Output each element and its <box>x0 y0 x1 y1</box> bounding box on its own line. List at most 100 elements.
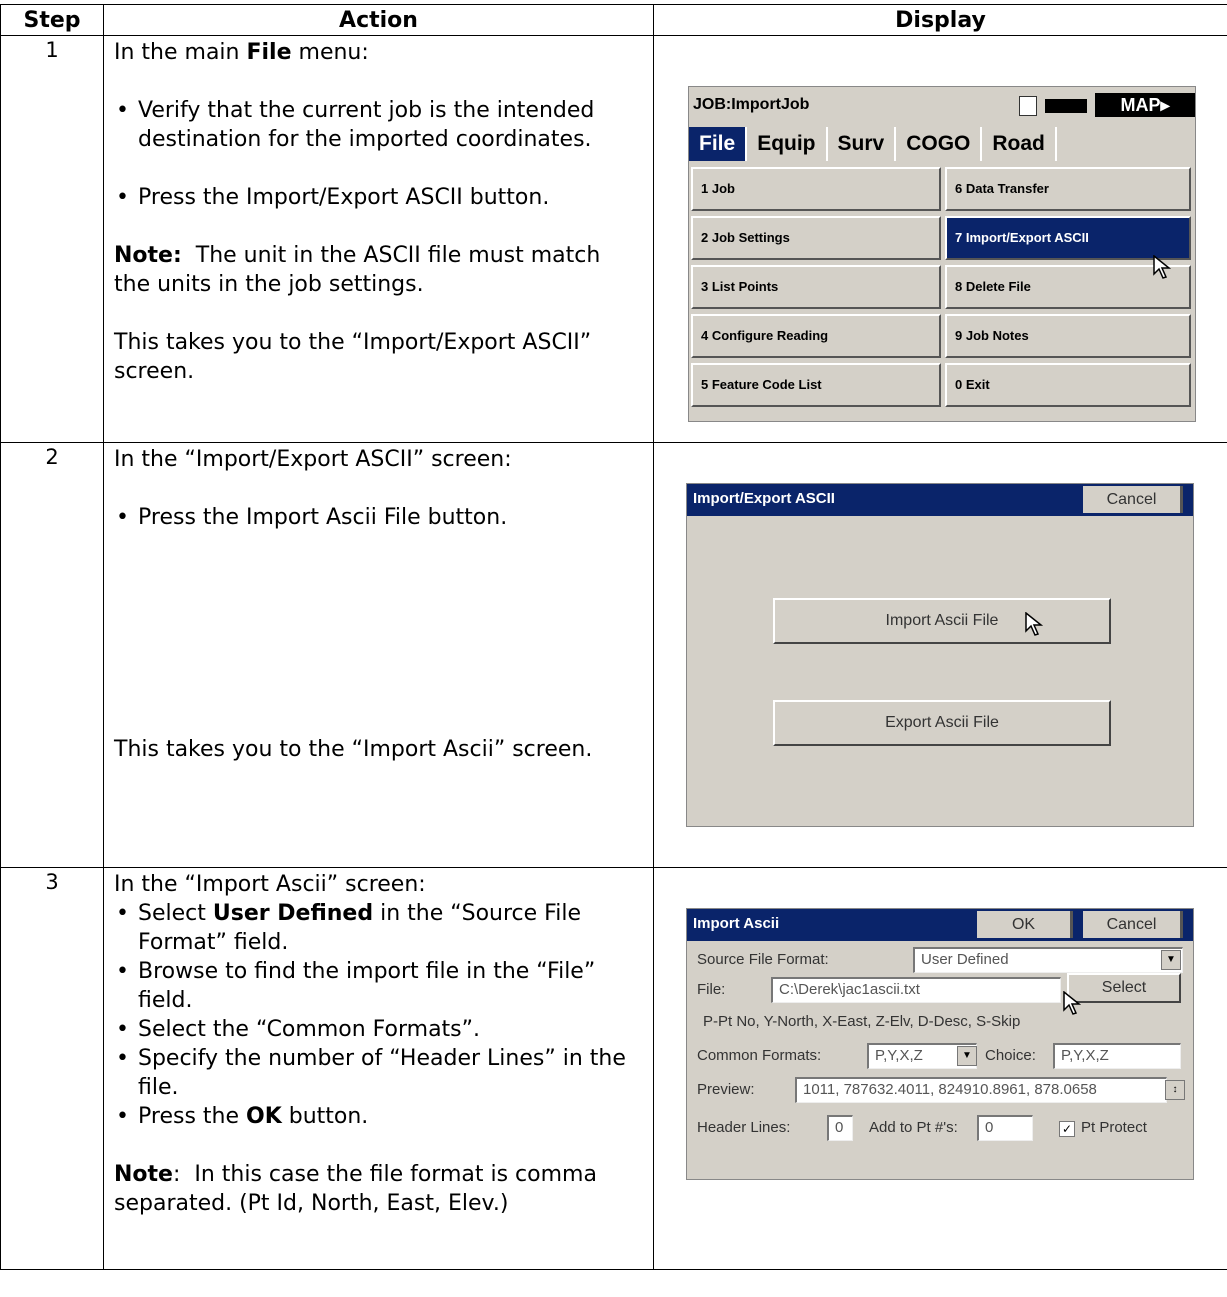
note: Note: In this case the file format is co… <box>114 1160 643 1218</box>
bullet-item: Browse to find the import file in the “F… <box>114 957 643 1015</box>
choice-field[interactable]: P,Y,X,Z <box>1053 1043 1181 1069</box>
bullet-list: Verify that the current job is the inten… <box>114 96 643 154</box>
bullet-item: Press the Import Ascii File button. <box>114 503 643 532</box>
pt-protect-checkbox[interactable]: ✓ <box>1059 1121 1075 1137</box>
bullet-list: Select User Defined in the “Source File … <box>114 899 643 1131</box>
export-ascii-file-button[interactable]: Export Ascii File <box>773 700 1111 746</box>
preview-label: Preview: <box>697 1081 755 1098</box>
intro-text: menu: <box>291 40 369 65</box>
spin-icon[interactable]: ↕ <box>1165 1080 1185 1100</box>
feature-code-list-button[interactable]: 5 Feature Code List <box>691 363 941 407</box>
table-row: 1 In the main File menu: Verify that the… <box>0 35 1227 443</box>
preview-field: 1011, 787632.4011, 824910.8961, 878.0658 <box>795 1077 1167 1103</box>
pt-protect-label: Pt Protect <box>1081 1119 1147 1136</box>
bullet-item: Select the “Common Formats”. <box>114 1015 643 1044</box>
tab-road[interactable]: Road <box>982 127 1057 161</box>
job-button[interactable]: 1 Job <box>691 167 941 211</box>
chevron-down-icon[interactable]: ▼ <box>957 1046 977 1066</box>
tab-cogo[interactable]: COGO <box>896 127 983 161</box>
add-to-pt-field[interactable]: 0 <box>977 1115 1033 1141</box>
title-bar: Import Ascii OK Cancel <box>687 909 1193 941</box>
cursor-icon <box>1063 991 1082 1015</box>
bullet-item: Specify the number of “Header Lines” in … <box>114 1044 643 1102</box>
procedure-table: Step Action Display 1 In the main File m… <box>0 4 1227 1270</box>
import-ascii-screenshot: Import Ascii OK Cancel Source File Forma… <box>686 908 1194 1180</box>
action-cell: In the “Import/Export ASCII” screen: Pre… <box>103 442 654 868</box>
choice-label: Choice: <box>985 1047 1036 1064</box>
display-cell: JOB:ImportJob MAP▸ File Equip Surv COGO … <box>653 35 1227 443</box>
action-cell: In the main File menu: Verify that the c… <box>103 35 654 443</box>
action-outro: This takes you to the “Import/Export ASC… <box>114 330 592 384</box>
header-lines-field[interactable]: 0 <box>827 1115 853 1141</box>
job-notes-button[interactable]: 9 Job Notes <box>945 314 1191 358</box>
file-field[interactable]: C:\Derek\jac1ascii.txt <box>771 977 1061 1003</box>
display-cell: Import Ascii OK Cancel Source File Forma… <box>653 867 1227 1270</box>
bullet-item: Verify that the current job is the inten… <box>114 96 643 154</box>
header-display: Display <box>653 4 1227 36</box>
list-points-button[interactable]: 3 List Points <box>691 265 941 309</box>
table-row: 3 In the “Import Ascii” screen: Select U… <box>0 867 1227 1270</box>
cancel-button[interactable]: Cancel <box>1083 911 1183 938</box>
action-cell: In the “Import Ascii” screen: Select Use… <box>103 867 654 1270</box>
exit-button[interactable]: 0 Exit <box>945 363 1191 407</box>
note-label: Note: <box>114 243 182 268</box>
display-cell: Import/Export ASCII Cancel Import Ascii … <box>653 442 1227 868</box>
configure-reading-button[interactable]: 4 Configure Reading <box>691 314 941 358</box>
intro-text: In the main <box>114 40 247 65</box>
note-text: : In this case the file format is comma … <box>114 1162 604 1216</box>
note-text: The unit in the ASCII file must match th… <box>114 243 608 297</box>
note-label: Note <box>114 1162 173 1187</box>
bullet-list: Press the Import/Export ASCII button. <box>114 183 643 212</box>
bullet-item: Press the OK button. <box>114 1102 643 1131</box>
header-step: Step <box>0 4 104 36</box>
battery-icon <box>1045 99 1087 113</box>
bullet-bold: OK <box>246 1104 282 1129</box>
bullet-text: button. <box>281 1104 369 1129</box>
device-icon <box>1019 96 1037 116</box>
bullet-item: Select User Defined in the “Source File … <box>114 899 643 957</box>
bullet-bold: User Defined <box>212 901 374 926</box>
title-bar: Import/Export ASCII Cancel <box>687 484 1193 516</box>
source-format-label: Source File Format: <box>697 951 829 968</box>
bullet-text: Select <box>138 901 213 926</box>
cursor-icon <box>1153 255 1172 279</box>
data-transfer-button[interactable]: 6 Data Transfer <box>945 167 1191 211</box>
import-export-ascii-button[interactable]: 7 Import/Export ASCII <box>945 216 1191 260</box>
action-intro: In the “Import/Export ASCII” screen: <box>114 447 512 472</box>
header-action: Action <box>103 4 654 36</box>
header-row: Step Action Display <box>0 4 1227 36</box>
import-ascii-file-button[interactable]: Import Ascii File <box>773 598 1111 644</box>
tab-surv[interactable]: Surv <box>828 127 897 161</box>
file-menu-screenshot: JOB:ImportJob MAP▸ File Equip Surv COGO … <box>688 86 1196 422</box>
map-button[interactable]: MAP▸ <box>1095 93 1195 117</box>
bullet-text: Press the <box>138 1104 246 1129</box>
add-to-pt-label: Add to Pt #'s: <box>869 1119 958 1136</box>
menu-tabs: File Equip Surv COGO Road <box>689 127 1197 163</box>
cancel-button[interactable]: Cancel <box>1083 486 1183 513</box>
source-format-select[interactable]: User Defined <box>913 947 1183 973</box>
chevron-down-icon[interactable]: ▼ <box>1161 950 1181 970</box>
intro-bold: File <box>246 40 292 65</box>
job-settings-button[interactable]: 2 Job Settings <box>691 216 941 260</box>
format-legend: P-Pt No, Y-North, X-East, Z-Elv, D-Desc,… <box>703 1013 1021 1030</box>
step-number: 1 <box>0 35 104 443</box>
header-lines-label: Header Lines: <box>697 1119 791 1136</box>
table-row: 2 In the “Import/Export ASCII” screen: P… <box>0 442 1227 868</box>
bullet-item: Press the Import/Export ASCII button. <box>114 183 643 212</box>
action-intro: In the main File menu: <box>114 38 643 67</box>
tab-equip[interactable]: Equip <box>747 127 828 161</box>
screen-title: Import/Export ASCII <box>693 490 835 507</box>
bullet-list: Press the Import Ascii File button. <box>114 503 643 532</box>
common-formats-label: Common Formats: <box>697 1047 822 1064</box>
action-outro: This takes you to the “Import Ascii” scr… <box>114 737 593 762</box>
import-export-screenshot: Import/Export ASCII Cancel Import Ascii … <box>686 483 1194 827</box>
screen-title: Import Ascii <box>693 915 780 932</box>
note: Note: The unit in the ASCII file must ma… <box>114 241 643 299</box>
select-button[interactable]: Select <box>1067 973 1181 1003</box>
cursor-icon <box>1025 612 1044 636</box>
action-intro: In the “Import Ascii” screen: <box>114 872 426 897</box>
step-number: 2 <box>0 442 104 868</box>
file-label: File: <box>697 981 726 998</box>
ok-button[interactable]: OK <box>977 911 1073 938</box>
tab-file[interactable]: File <box>689 127 748 161</box>
